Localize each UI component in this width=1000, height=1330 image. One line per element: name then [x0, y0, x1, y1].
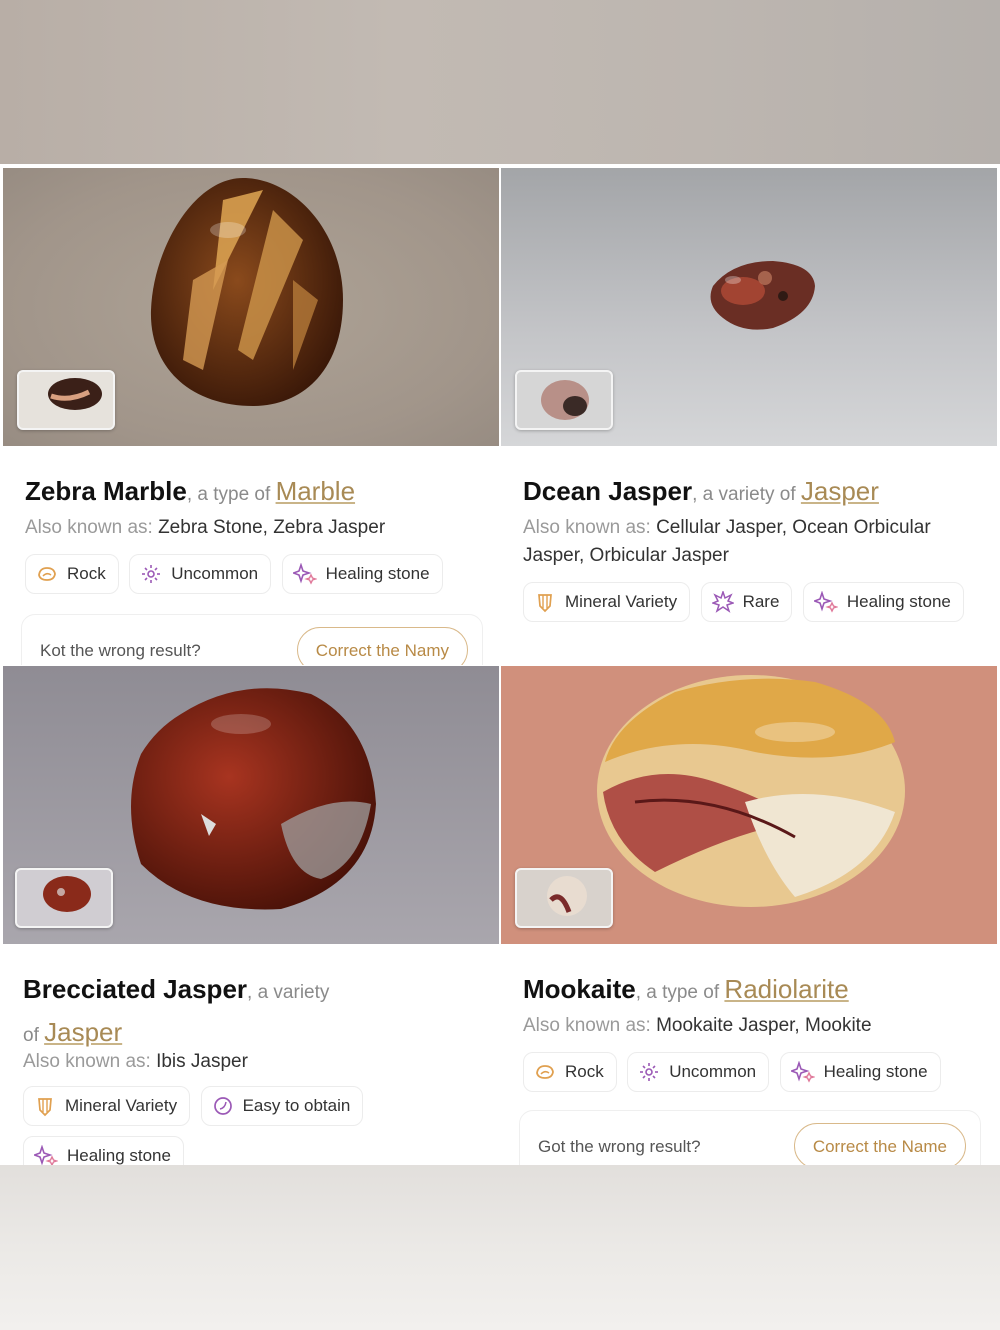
also-known-as: Also known as: Cellular Jasper, Ocean Or… [523, 514, 957, 570]
user-photo-thumbnail[interactable] [15, 868, 113, 928]
also-known-as: Also known as: Zebra Stone, Zebra Jasper [25, 514, 459, 542]
feedback-text: Got the wrong result? [538, 1137, 701, 1156]
card-title: Mookaite, a type of Radiolarite [523, 970, 977, 1013]
easy-icon [213, 1097, 232, 1115]
stone-name: Zebra Marble [25, 476, 187, 506]
also-known-as: Also known as: Mookaite Jasper, Mookite [523, 1012, 957, 1040]
chip-healing-stone[interactable]: Healing stone [281, 554, 443, 594]
correct-name-button[interactable]: Correct the Namy [296, 627, 468, 665]
rock-icon [38, 567, 56, 581]
chip-label: Rock [67, 564, 106, 583]
chip-label: Mineral Variety [65, 1096, 178, 1115]
aka-value: Ibis Jasper [156, 1051, 248, 1072]
card-title: Dcean Jasper, a variety of Jasper [523, 472, 977, 515]
tag-chips: Rock Uncommon Healing stone [25, 554, 479, 604]
chip-label: Rock [565, 1062, 604, 1081]
chip-label: Uncommon [669, 1062, 757, 1081]
card-info-panel: Dcean Jasper, a variety of Jasper Also k… [501, 446, 997, 665]
stone-thumbnail [43, 876, 91, 912]
stone-photo[interactable] [501, 168, 997, 446]
aka-label: Also known as: [523, 517, 657, 538]
aka-value: Mookaite Jasper, Mookite [656, 1015, 872, 1036]
stone-kind: , a type of [635, 982, 725, 1003]
stone-photo[interactable] [501, 666, 997, 944]
stone-thumbnail [541, 380, 589, 420]
chip-label: Healing stone [823, 1062, 928, 1081]
stone-image [131, 688, 376, 910]
mineral-icon [538, 594, 552, 613]
chip-label: Easy to obtain [242, 1096, 351, 1115]
chip-uncommon[interactable]: Uncommon [627, 1052, 770, 1092]
parent-link[interactable]: Jasper [801, 476, 879, 506]
starburst-icon [711, 591, 734, 613]
parent-link[interactable]: Jasper [44, 1017, 122, 1047]
stone-kind: , a variety of [692, 484, 801, 505]
result-card-ocean-jasper[interactable]: Dcean Jasper, a variety of Jasper Also k… [501, 168, 997, 665]
card-info-panel: Mookaite, a type of Radiolarite Also kno… [501, 944, 997, 1165]
result-card-zebra-marble[interactable]: Zebra Marble, a type of Marble Also know… [3, 168, 499, 665]
blurred-background-bottom [0, 1165, 1000, 1330]
stone-name: Mookaite [523, 974, 636, 1004]
chip-label: Healing stone [67, 1146, 171, 1165]
chip-label: Healing stone [846, 592, 951, 611]
blurred-background-top [0, 0, 1000, 164]
aka-label: Also known as: [523, 1015, 657, 1036]
user-photo-thumbnail[interactable] [515, 868, 613, 928]
card-title: Brecciated Jasper, a variety of Jasper [23, 970, 349, 1056]
results-grid: Zebra Marble, a type of Marble Also know… [0, 164, 1000, 1165]
chip-label: Rare [742, 592, 780, 611]
chip-rock[interactable]: Rock [25, 554, 119, 594]
tag-chips: Mineral Variety Rare Healing stone [523, 582, 977, 632]
tag-chips: Mineral Variety Easy to obtain Healing s… [23, 1086, 379, 1165]
aka-value: Zebra Stone, Zebra Jasper [158, 517, 386, 538]
healing-stone-icon [34, 1145, 58, 1165]
stone-photo[interactable] [3, 666, 499, 944]
stone-thumbnail [547, 876, 587, 916]
also-known-as: Also known as: Ibis Jasper [23, 1048, 459, 1076]
tag-chips: Rock Uncommon Healing stone [523, 1052, 977, 1102]
healing-stone-icon [790, 1061, 815, 1083]
chip-label: Mineral Variety [565, 592, 678, 611]
healing-stone-icon [813, 591, 838, 613]
stone-name: Brecciated Jasper [23, 974, 248, 1004]
card-info-panel: Zebra Marble, a type of Marble Also know… [3, 446, 499, 665]
sparkle-icon [142, 565, 161, 583]
healing-stone-icon [292, 563, 317, 585]
result-card-brecciated-jasper[interactable]: Brecciated Jasper, a variety of Jasper A… [3, 666, 499, 1165]
stone-kind: , a type of [186, 484, 276, 505]
stone-image [597, 675, 905, 907]
feedback-text: Kot the wrong result? [40, 641, 201, 660]
stone-image [150, 178, 343, 406]
result-card-mookaite[interactable]: Mookaite, a type of Radiolarite Also kno… [501, 666, 997, 1165]
sparkle-icon [640, 1063, 659, 1081]
chip-rare[interactable]: Rare [700, 582, 793, 622]
rock-icon [536, 1065, 554, 1079]
chip-mineral-variety[interactable]: Mineral Variety [523, 582, 691, 622]
card-title: Zebra Marble, a type of Marble [25, 472, 479, 515]
user-photo-thumbnail[interactable] [515, 370, 613, 430]
chip-healing-stone[interactable]: Healing stone [802, 582, 964, 622]
chip-label: Uncommon [171, 564, 259, 583]
chip-uncommon[interactable]: Uncommon [129, 554, 272, 594]
chip-label: Healing stone [325, 564, 430, 583]
feedback-box: Kot the wrong result? Correct the Namy [21, 614, 483, 665]
chip-rock[interactable]: Rock [523, 1052, 617, 1092]
chip-mineral-variety[interactable]: Mineral Variety [23, 1086, 191, 1126]
chip-easy-to-obtain[interactable]: Easy to obtain [200, 1086, 364, 1126]
stone-image [710, 261, 815, 330]
parent-link[interactable]: Marble [276, 476, 355, 506]
mineral-icon [38, 1098, 52, 1117]
stone-photo[interactable] [3, 168, 499, 446]
chip-healing-stone[interactable]: Healing stone [23, 1136, 184, 1165]
stone-thumbnail [48, 378, 102, 410]
card-info-panel: Brecciated Jasper, a variety of Jasper A… [3, 944, 499, 1165]
correct-name-button[interactable]: Correct the Name [793, 1123, 966, 1165]
user-photo-thumbnail[interactable] [17, 370, 115, 430]
aka-label: Also known as: [25, 517, 159, 538]
aka-label: Also known as: [23, 1051, 157, 1072]
chip-healing-stone[interactable]: Healing stone [779, 1052, 941, 1092]
parent-link[interactable]: Radiolarite [724, 974, 848, 1004]
stone-name: Dcean Jasper [523, 476, 693, 506]
feedback-box: Got the wrong result? Correct the Name [519, 1110, 981, 1165]
